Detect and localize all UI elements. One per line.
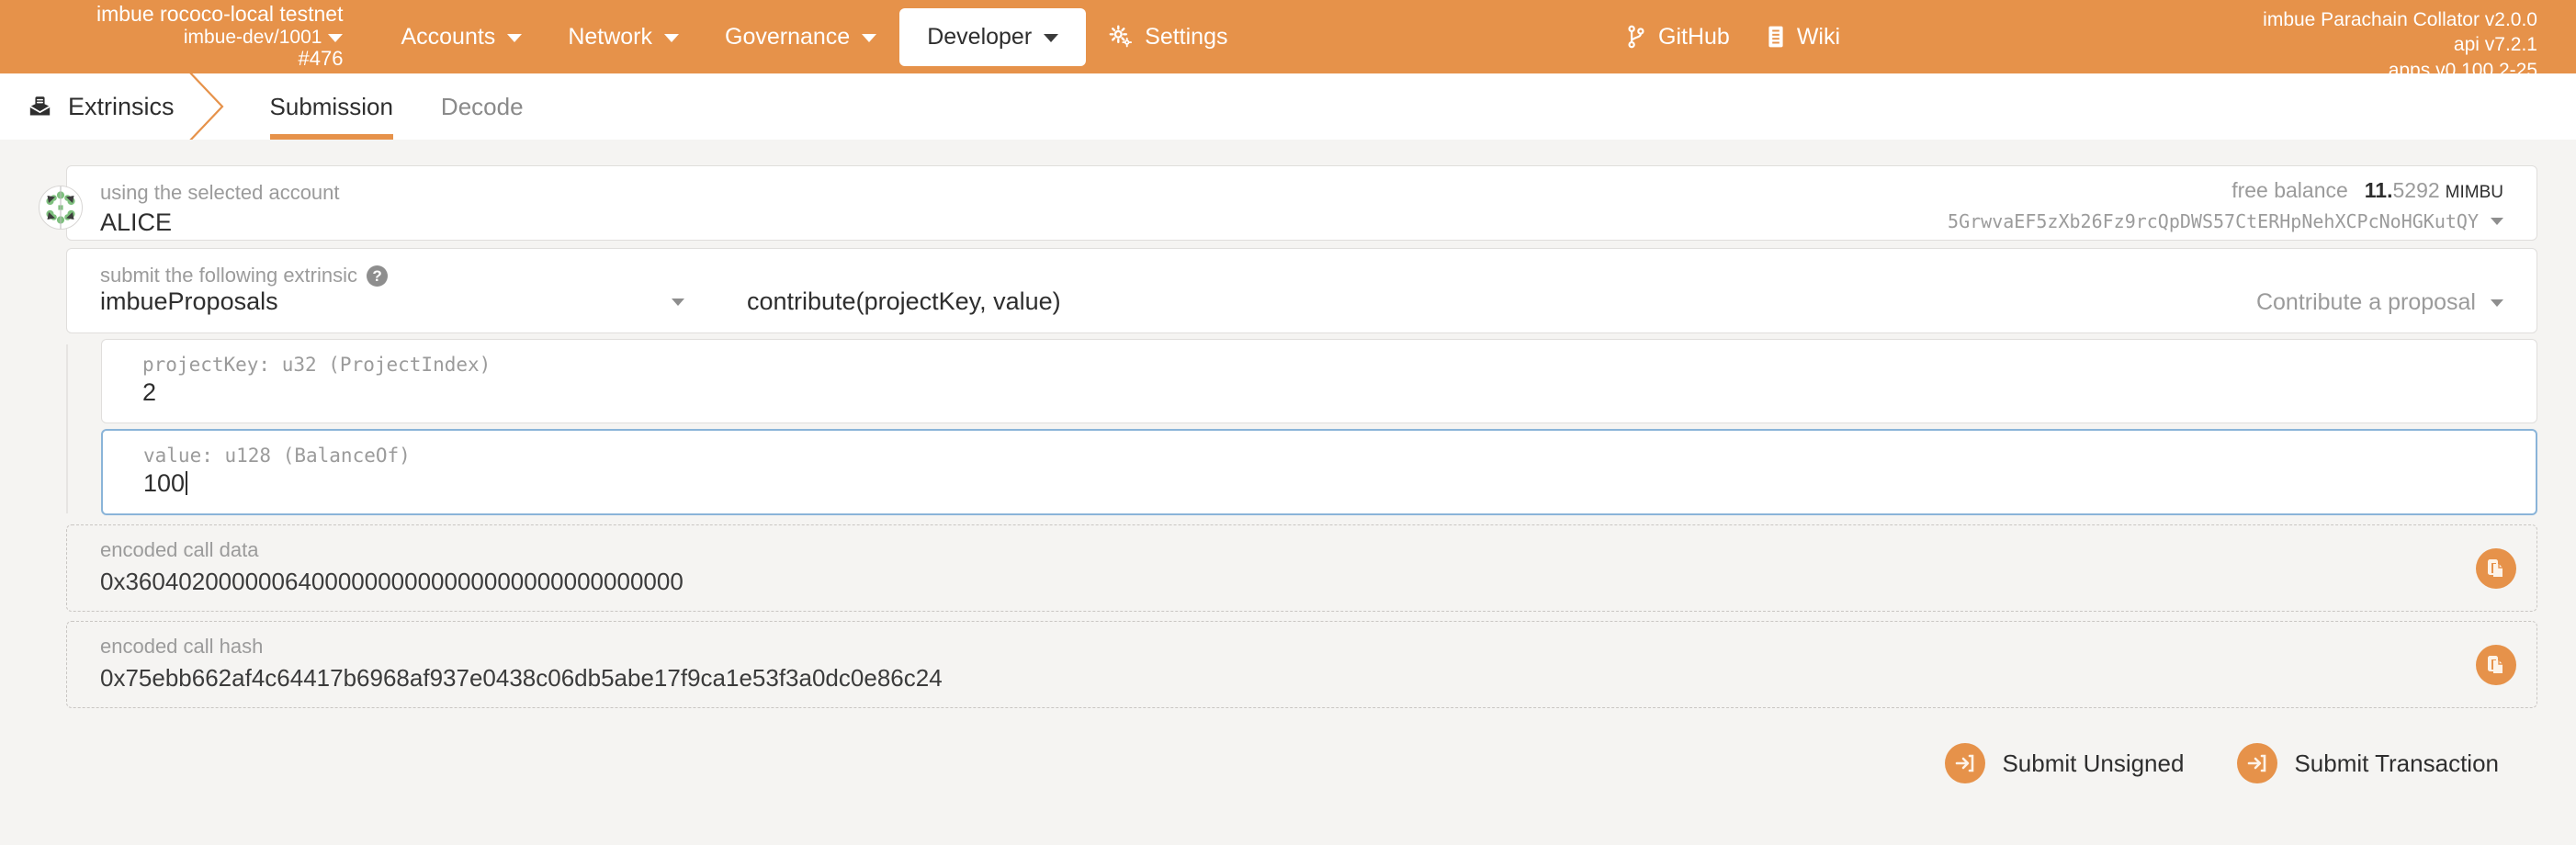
free-balance-unit: MIMBU xyxy=(2445,183,2503,202)
polkadot-identicon xyxy=(39,186,83,230)
chevron-down-icon xyxy=(672,298,684,306)
copy-call-data-button[interactable] xyxy=(2476,547,2516,589)
extrinsic-label-row: submit the following extrinsic ? xyxy=(67,249,2536,287)
chevron-down-icon xyxy=(2491,218,2503,225)
param-value[interactable]: value: u128 (BalanceOf) 100 xyxy=(101,429,2537,515)
chevron-down-icon xyxy=(862,33,877,42)
help-circle-icon[interactable]: ? xyxy=(367,265,389,287)
param-input-value[interactable]: 100 xyxy=(103,467,2536,513)
nav-item-accounts[interactable]: Accounts xyxy=(378,11,545,63)
tab-label: Decode xyxy=(440,92,524,120)
nav-item-network[interactable]: Network xyxy=(545,11,702,63)
submit-bar: Submit Unsigned Submit Transaction xyxy=(39,743,2537,783)
version-info: imbue Parachain Collator v2.0.0 api v7.2… xyxy=(2263,7,2537,83)
nav-item-label: Governance xyxy=(725,23,851,50)
tab-decode[interactable]: Decode xyxy=(417,73,548,140)
book-icon xyxy=(1767,25,1785,49)
mailbox-icon xyxy=(28,95,52,119)
submit-unsigned-label: Submit Unsigned xyxy=(2002,749,2185,777)
git-branch-icon xyxy=(1626,25,1646,49)
sign-in-icon xyxy=(1945,743,1986,783)
encoded-call-data-value: 0x36040200000064000000000000000000000000… xyxy=(100,568,684,595)
chevron-down-icon xyxy=(1044,33,1059,42)
extrinsic-selectors: imbueProposals contribute(projectKey, va… xyxy=(67,287,2536,332)
chevron-down-icon xyxy=(328,34,344,43)
section-heading: Extrinsics xyxy=(28,93,175,121)
param-label: projectKey: u32 (ProjectIndex) xyxy=(142,354,491,376)
pallet-select-value: imbueProposals xyxy=(100,287,278,315)
external-links: GitHub Wiki xyxy=(1626,24,1840,51)
chevron-down-icon xyxy=(664,33,679,42)
account-balance-area: free balance 11.5292 MIMBU 5GrwvaEF5zXb26F… xyxy=(1948,178,2503,232)
wiki-link-label: Wiki xyxy=(1796,23,1841,50)
free-balance-integer: 11. xyxy=(2364,178,2393,202)
extrinsic-card: submit the following extrinsic ? imbuePr… xyxy=(66,248,2537,333)
submit-unsigned-button[interactable]: Submit Unsigned xyxy=(1945,743,2184,783)
encoded-call-data-row: encoded call data 0x36040200000064000000… xyxy=(66,524,2537,612)
extrinsic-doc-text: Contribute a proposal xyxy=(2255,289,2476,315)
param-value: 100 xyxy=(143,469,186,497)
nav-item-settings[interactable]: Settings xyxy=(1086,11,1250,63)
submit-transaction-label: Submit Transaction xyxy=(2294,749,2499,777)
top-navigation-bar: imbue rococo-local testnet imbue-dev/100… xyxy=(0,0,2576,81)
breadcrumb-chevron-icon xyxy=(189,73,224,140)
chevron-down-icon xyxy=(2491,299,2503,307)
copy-icon xyxy=(2488,558,2503,577)
tab-label: Submission xyxy=(269,92,393,120)
method-select-value: contribute(projectKey, value) xyxy=(747,287,1061,315)
parameter-guide-line xyxy=(66,344,68,513)
encoded-call-hash-label: encoded call hash xyxy=(100,635,264,658)
parameters-section: projectKey: u32 (ProjectIndex) 2 value: … xyxy=(66,339,2537,515)
free-balance-row: free balance 11.5292 MIMBU xyxy=(1948,178,2503,203)
nav-item-label: Accounts xyxy=(401,23,496,50)
extrinsic-doc-select[interactable]: Contribute a proposal xyxy=(2256,289,2503,316)
account-address: 5GrwvaEF5zXb26Fz9rcQpDWS57CtERHpNehXCPcN… xyxy=(1948,210,2479,232)
section-label: Extrinsics xyxy=(68,92,175,120)
submit-transaction-button[interactable]: Submit Transaction xyxy=(2237,743,2499,783)
chain-endpoint: imbue-dev/1001 xyxy=(184,27,344,49)
nav-item-label: Developer xyxy=(927,23,1033,50)
chain-block-number: #476 xyxy=(298,47,344,71)
encoded-call-data-label: encoded call data xyxy=(100,538,259,561)
tab-submission[interactable]: Submission xyxy=(246,73,417,140)
sign-in-icon xyxy=(2237,743,2278,783)
method-select[interactable]: contribute(projectKey, value) xyxy=(747,287,1061,316)
collator-version: imbue Parachain Collator v2.0.0 xyxy=(2263,9,2537,30)
main-nav: Accounts Network Governance Developer Se… xyxy=(378,7,1250,66)
github-link[interactable]: GitHub xyxy=(1626,24,1730,51)
nav-item-label: Network xyxy=(568,23,652,50)
pallet-select[interactable]: imbueProposals xyxy=(67,287,710,316)
account-card[interactable]: using the selected account ALICE free ba… xyxy=(66,165,2537,241)
gear-icon xyxy=(1109,25,1133,49)
nav-item-developer[interactable]: Developer xyxy=(899,7,1087,66)
free-balance-label: free balance xyxy=(2231,178,2348,202)
text-cursor xyxy=(186,471,188,495)
api-version: api v7.2.1 xyxy=(2453,34,2537,56)
encoded-call-hash-value: 0x75ebb662af4c64417b6968af937e0438c06db5… xyxy=(100,664,943,692)
chevron-down-icon xyxy=(507,33,523,42)
extrinsic-label: submit the following extrinsic xyxy=(100,264,358,287)
chain-selector[interactable]: imbue rococo-local testnet imbue-dev/100… xyxy=(96,2,344,71)
account-row: using the selected account ALICE free ba… xyxy=(39,165,2537,241)
tab-list: Submission Decode xyxy=(246,73,548,140)
free-balance-fraction: 5292 xyxy=(2392,178,2440,202)
encoded-call-hash-row: encoded call hash 0x75ebb662af4c64417b69… xyxy=(66,621,2537,708)
extrinsics-form: using the selected account ALICE free ba… xyxy=(0,140,2576,783)
copy-icon xyxy=(2488,655,2503,673)
copy-call-hash-button[interactable] xyxy=(2476,644,2516,685)
nav-item-label: Settings xyxy=(1145,23,1228,50)
param-projectkey[interactable]: projectKey: u32 (ProjectIndex) 2 xyxy=(101,339,2537,423)
param-label: value: u128 (BalanceOf) xyxy=(143,445,411,467)
param-input-projectkey[interactable]: 2 xyxy=(102,376,2536,422)
nav-item-governance[interactable]: Governance xyxy=(702,11,899,63)
chain-endpoint-label: imbue-dev/1001 xyxy=(183,26,322,48)
param-value: 2 xyxy=(142,378,157,406)
tab-bar: Extrinsics Submission Decode xyxy=(0,73,2576,140)
github-link-label: GitHub xyxy=(1658,23,1730,50)
account-address-selector[interactable]: 5GrwvaEF5zXb26Fz9rcQpDWS57CtERHpNehXCPcN… xyxy=(1948,210,2503,232)
chain-name: imbue rococo-local testnet xyxy=(96,2,344,27)
wiki-link[interactable]: Wiki xyxy=(1767,24,1840,51)
